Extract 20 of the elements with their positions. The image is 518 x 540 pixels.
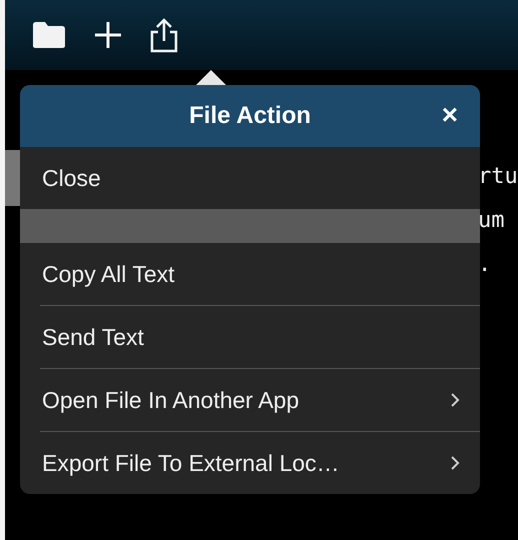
menu-item[interactable]: Close [20, 147, 480, 209]
add-icon [93, 20, 123, 50]
menu-item[interactable]: Open File In Another App [20, 369, 480, 431]
document-text: . [478, 251, 492, 279]
chevron-icon [450, 392, 460, 408]
document-text: rtu [478, 163, 518, 191]
chevron-icon [450, 455, 460, 471]
toolbar-button[interactable] [149, 17, 179, 53]
menu-item[interactable]: Export File To External Loc… [20, 432, 480, 494]
close-button[interactable]: × [442, 101, 458, 129]
popover-title: File Action [189, 102, 311, 130]
document-text: um [478, 207, 506, 235]
menu-item-label: Open File In Another App [42, 386, 300, 414]
folder-icon [31, 21, 67, 49]
menu-item-label: Export File To External Loc… [42, 450, 340, 476]
toolbar-button[interactable] [31, 21, 67, 49]
menu-item[interactable]: Send Text [20, 306, 480, 368]
menu-item[interactable]: Copy All Text [20, 243, 480, 305]
toolbar-button[interactable] [93, 20, 123, 50]
share-icon [149, 17, 179, 53]
